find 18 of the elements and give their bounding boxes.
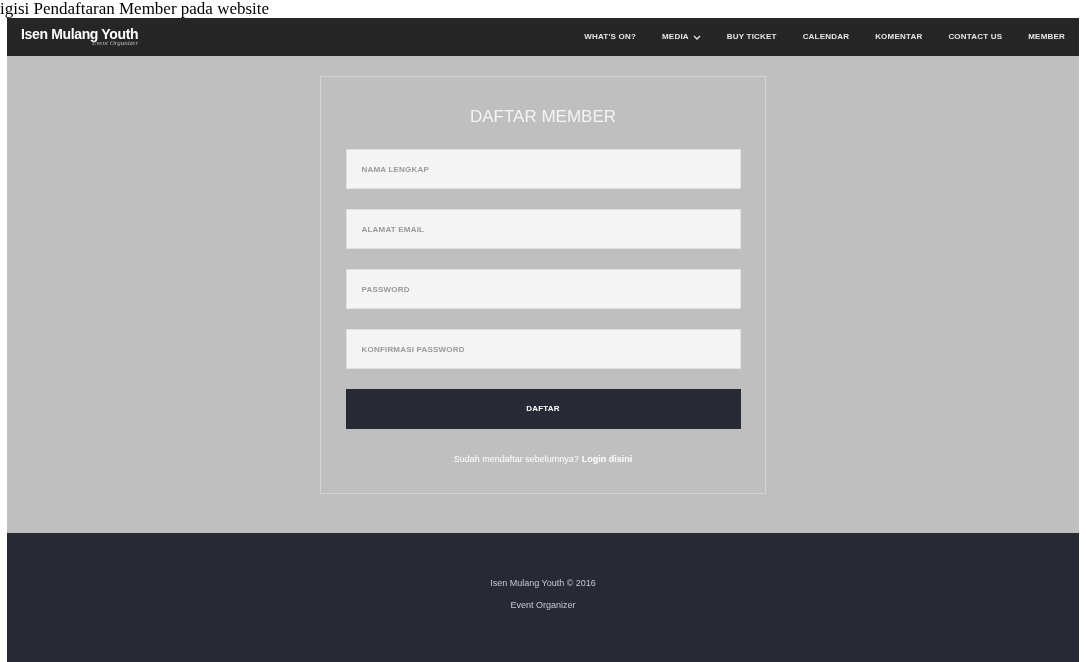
nav-link[interactable]: KOMENTAR — [875, 31, 923, 43]
input-field[interactable]: PASSWORD — [345, 269, 741, 309]
footer-text: Event Organizer — [510, 598, 576, 612]
nav-link[interactable]: WHAT'S ON? — [584, 31, 636, 43]
login-prompt: Sudah mendaftar sebelumnya? — [453, 453, 579, 466]
register-button[interactable]: DAFTAR — [345, 389, 741, 429]
input-field[interactable]: NAMA LENGKAP — [345, 149, 741, 189]
footer-text: Isen Mulang Youth © 2016 — [490, 577, 596, 590]
input-field[interactable]: KONFIRMASI PASSWORD — [345, 329, 741, 369]
document-caption: igisi Pendaftaran Member pada website — [0, 0, 270, 18]
nav-link[interactable]: CALENDAR — [802, 31, 850, 43]
nav-link[interactable]: BUY TICKET — [726, 31, 777, 43]
nav-link[interactable]: CONTACT US — [948, 31, 1003, 43]
nav-link[interactable]: MEDIA — [662, 31, 701, 43]
nav-link[interactable]: MEMBER — [1028, 31, 1065, 43]
chevron-down-icon — [692, 34, 701, 40]
brand-title[interactable]: Isen Mulang Youth — [21, 27, 139, 41]
input-field[interactable]: ALAMAT EMAIL — [345, 209, 741, 249]
